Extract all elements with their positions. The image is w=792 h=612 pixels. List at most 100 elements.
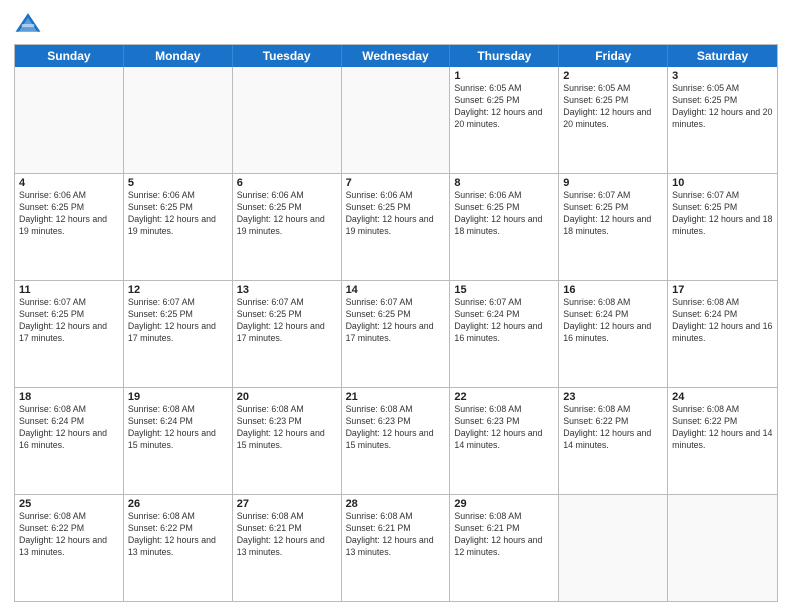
day-cell-20: 20Sunrise: 6:08 AM Sunset: 6:23 PM Dayli… (233, 388, 342, 494)
calendar: SundayMondayTuesdayWednesdayThursdayFrid… (14, 44, 778, 602)
day-info: Sunrise: 6:05 AM Sunset: 6:25 PM Dayligh… (563, 83, 663, 131)
day-number: 3 (672, 70, 773, 82)
weekday-header-sunday: Sunday (15, 45, 124, 67)
day-info: Sunrise: 6:08 AM Sunset: 6:23 PM Dayligh… (454, 404, 554, 452)
day-cell-17: 17Sunrise: 6:08 AM Sunset: 6:24 PM Dayli… (668, 281, 777, 387)
day-number: 13 (237, 284, 337, 296)
day-info: Sunrise: 6:07 AM Sunset: 6:25 PM Dayligh… (346, 297, 446, 345)
day-number: 29 (454, 498, 554, 510)
day-info: Sunrise: 6:08 AM Sunset: 6:24 PM Dayligh… (563, 297, 663, 345)
day-cell-18: 18Sunrise: 6:08 AM Sunset: 6:24 PM Dayli… (15, 388, 124, 494)
day-cell-13: 13Sunrise: 6:07 AM Sunset: 6:25 PM Dayli… (233, 281, 342, 387)
day-cell-16: 16Sunrise: 6:08 AM Sunset: 6:24 PM Dayli… (559, 281, 668, 387)
day-number: 8 (454, 177, 554, 189)
empty-cell-0-1 (124, 67, 233, 173)
day-number: 18 (19, 391, 119, 403)
day-number: 9 (563, 177, 663, 189)
day-info: Sunrise: 6:08 AM Sunset: 6:21 PM Dayligh… (454, 511, 554, 559)
empty-cell-4-6 (668, 495, 777, 601)
day-info: Sunrise: 6:08 AM Sunset: 6:24 PM Dayligh… (128, 404, 228, 452)
day-info: Sunrise: 6:07 AM Sunset: 6:24 PM Dayligh… (454, 297, 554, 345)
day-info: Sunrise: 6:07 AM Sunset: 6:25 PM Dayligh… (563, 190, 663, 238)
day-number: 5 (128, 177, 228, 189)
weekday-header-monday: Monday (124, 45, 233, 67)
day-number: 6 (237, 177, 337, 189)
day-number: 26 (128, 498, 228, 510)
day-cell-28: 28Sunrise: 6:08 AM Sunset: 6:21 PM Dayli… (342, 495, 451, 601)
day-number: 23 (563, 391, 663, 403)
day-cell-27: 27Sunrise: 6:08 AM Sunset: 6:21 PM Dayli… (233, 495, 342, 601)
day-number: 21 (346, 391, 446, 403)
empty-cell-0-2 (233, 67, 342, 173)
empty-cell-4-5 (559, 495, 668, 601)
day-cell-11: 11Sunrise: 6:07 AM Sunset: 6:25 PM Dayli… (15, 281, 124, 387)
day-info: Sunrise: 6:08 AM Sunset: 6:22 PM Dayligh… (563, 404, 663, 452)
day-info: Sunrise: 6:08 AM Sunset: 6:21 PM Dayligh… (237, 511, 337, 559)
day-cell-21: 21Sunrise: 6:08 AM Sunset: 6:23 PM Dayli… (342, 388, 451, 494)
day-info: Sunrise: 6:08 AM Sunset: 6:22 PM Dayligh… (672, 404, 773, 452)
day-info: Sunrise: 6:05 AM Sunset: 6:25 PM Dayligh… (454, 83, 554, 131)
empty-cell-0-0 (15, 67, 124, 173)
day-cell-15: 15Sunrise: 6:07 AM Sunset: 6:24 PM Dayli… (450, 281, 559, 387)
day-cell-9: 9Sunrise: 6:07 AM Sunset: 6:25 PM Daylig… (559, 174, 668, 280)
day-info: Sunrise: 6:08 AM Sunset: 6:23 PM Dayligh… (237, 404, 337, 452)
logo-icon (14, 10, 42, 38)
calendar-body: 1Sunrise: 6:05 AM Sunset: 6:25 PM Daylig… (15, 67, 777, 601)
day-number: 24 (672, 391, 773, 403)
day-number: 27 (237, 498, 337, 510)
day-number: 4 (19, 177, 119, 189)
day-cell-1: 1Sunrise: 6:05 AM Sunset: 6:25 PM Daylig… (450, 67, 559, 173)
day-cell-19: 19Sunrise: 6:08 AM Sunset: 6:24 PM Dayli… (124, 388, 233, 494)
day-number: 10 (672, 177, 773, 189)
day-info: Sunrise: 6:08 AM Sunset: 6:21 PM Dayligh… (346, 511, 446, 559)
day-number: 14 (346, 284, 446, 296)
calendar-row-3: 18 Sunrise: 6:08 AM Sunset: 6:24 PM Dayli… (15, 387, 777, 494)
day-number: 15 (454, 284, 554, 296)
day-info: Sunrise: 6:08 AM Sunset: 6:22 PM Dayligh… (128, 511, 228, 559)
day-cell-22: 22Sunrise: 6:08 AM Sunset: 6:23 PM Dayli… (450, 388, 559, 494)
header (14, 10, 778, 38)
day-cell-14: 14Sunrise: 6:07 AM Sunset: 6:25 PM Dayli… (342, 281, 451, 387)
day-info: Sunrise: 6:06 AM Sunset: 6:25 PM Dayligh… (454, 190, 554, 238)
day-info: Sunrise: 6:08 AM Sunset: 6:22 PM Dayligh… (19, 511, 119, 559)
day-cell-2: 2Sunrise: 6:05 AM Sunset: 6:25 PM Daylig… (559, 67, 668, 173)
day-cell-3: 3Sunrise: 6:05 AM Sunset: 6:25 PM Daylig… (668, 67, 777, 173)
day-cell-8: 8Sunrise: 6:06 AM Sunset: 6:25 PM Daylig… (450, 174, 559, 280)
day-number: 11 (19, 284, 119, 296)
day-cell-7: 7Sunrise: 6:06 AM Sunset: 6:25 PM Daylig… (342, 174, 451, 280)
day-info: Sunrise: 6:07 AM Sunset: 6:25 PM Dayligh… (672, 190, 773, 238)
day-number: 7 (346, 177, 446, 189)
calendar-row-0: 1Sunrise: 6:05 AM Sunset: 6:25 PM Daylig… (15, 67, 777, 173)
day-cell-12: 12Sunrise: 6:07 AM Sunset: 6:25 PM Dayli… (124, 281, 233, 387)
day-info: Sunrise: 6:07 AM Sunset: 6:25 PM Dayligh… (19, 297, 119, 345)
calendar-row-4: 25Sunrise: 6:08 AM Sunset: 6:22 PM Dayli… (15, 494, 777, 601)
day-cell-10: 10Sunrise: 6:07 AM Sunset: 6:25 PM Dayli… (668, 174, 777, 280)
day-number: 16 (563, 284, 663, 296)
day-cell-5: 5Sunrise: 6:06 AM Sunset: 6:25 PM Daylig… (124, 174, 233, 280)
day-number: 17 (672, 284, 773, 296)
day-number: 1 (454, 70, 554, 82)
day-cell-6: 6Sunrise: 6:06 AM Sunset: 6:25 PM Daylig… (233, 174, 342, 280)
weekday-header-wednesday: Wednesday (342, 45, 451, 67)
day-info: Sunrise: 6:08 AM Sunset: 6:24 PM Dayligh… (672, 297, 773, 345)
day-cell-24: 24Sunrise: 6:08 AM Sunset: 6:22 PM Dayli… (668, 388, 777, 494)
day-cell-23: 23Sunrise: 6:08 AM Sunset: 6:22 PM Dayli… (559, 388, 668, 494)
day-cell-26: 26Sunrise: 6:08 AM Sunset: 6:22 PM Dayli… (124, 495, 233, 601)
day-info: Sunrise: 6:06 AM Sunset: 6:25 PM Dayligh… (128, 190, 228, 238)
day-info: Sunrise: 6:07 AM Sunset: 6:25 PM Dayligh… (128, 297, 228, 345)
empty-cell-0-3 (342, 67, 451, 173)
day-number: 2 (563, 70, 663, 82)
day-number: 20 (237, 391, 337, 403)
day-number: 19 (128, 391, 228, 403)
day-cell-29: 29Sunrise: 6:08 AM Sunset: 6:21 PM Dayli… (450, 495, 559, 601)
logo (14, 10, 46, 38)
weekday-header-friday: Friday (559, 45, 668, 67)
weekday-header-thursday: Thursday (450, 45, 559, 67)
day-cell-4: 4Sunrise: 6:06 AM Sunset: 6:25 PM Daylig… (15, 174, 124, 280)
day-info: Sunrise: 6:06 AM Sunset: 6:25 PM Dayligh… (19, 190, 119, 238)
day-info: Sunrise: 6:06 AM Sunset: 6:25 PM Dayligh… (237, 190, 337, 238)
calendar-row-2: 11Sunrise: 6:07 AM Sunset: 6:25 PM Dayli… (15, 280, 777, 387)
day-cell-25: 25Sunrise: 6:08 AM Sunset: 6:22 PM Dayli… (15, 495, 124, 601)
calendar-row-1: 4Sunrise: 6:06 AM Sunset: 6:25 PM Daylig… (15, 173, 777, 280)
day-number: 22 (454, 391, 554, 403)
